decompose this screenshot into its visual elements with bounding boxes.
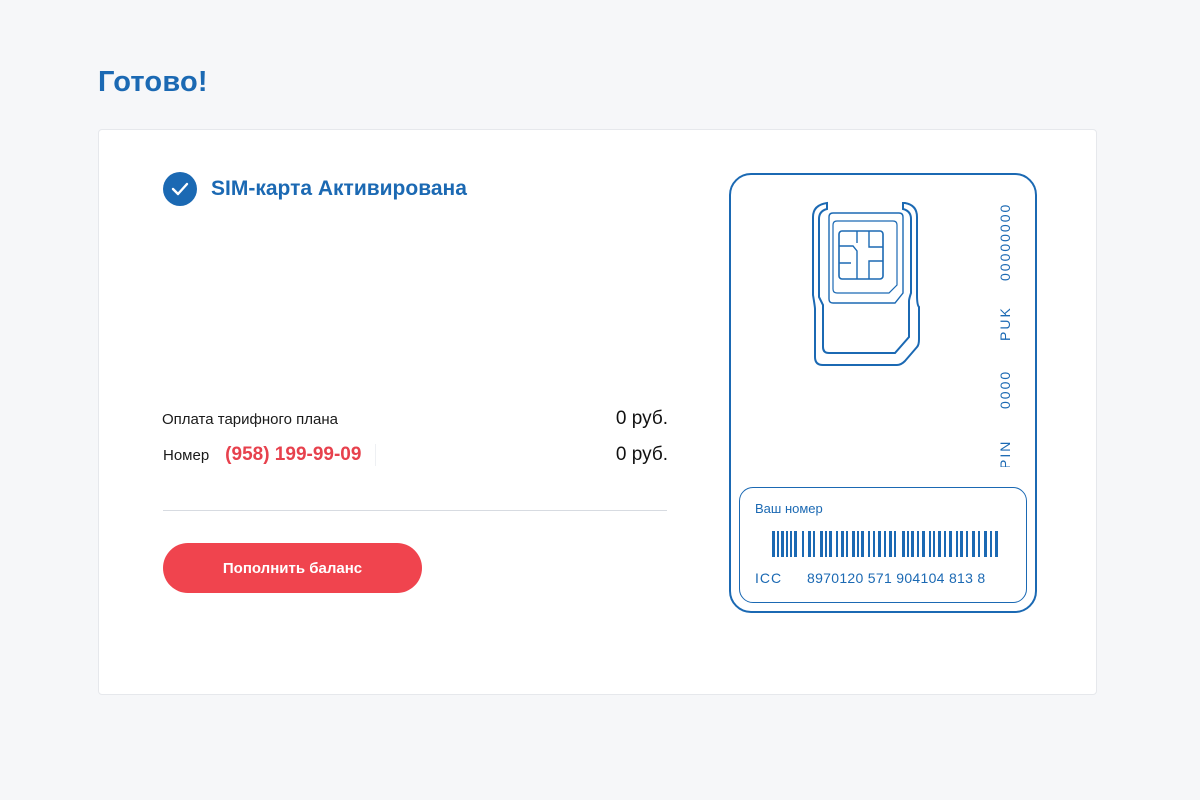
puk-value: 00000000 bbox=[997, 202, 1013, 281]
tariff-value: 0 руб. bbox=[615, 408, 668, 429]
icc-label: ICC bbox=[755, 570, 783, 586]
status-text: SIM-карта Активирована bbox=[211, 177, 467, 200]
activation-card: SIM-карта Активирована Оплата тарифного … bbox=[98, 129, 1097, 695]
sim-card-illustration: PIN 0000 PUK 00000000 Ваш номер ICC 8970… bbox=[729, 173, 1037, 613]
number-label: Номер bbox=[163, 446, 210, 464]
barcode-icon bbox=[772, 531, 998, 557]
sim-codes: PIN 0000 PUK 00000000 bbox=[983, 197, 1037, 467]
tariff-row: Оплата тарифного плана 0 руб. bbox=[162, 408, 668, 430]
sim-number-panel: Ваш номер ICC 8970120 571 904104 813 8 bbox=[739, 487, 1027, 603]
topup-balance-button[interactable]: Пополнить баланс bbox=[163, 543, 422, 593]
puk-label: PUK bbox=[997, 306, 1013, 341]
your-number-label: Ваш номер bbox=[755, 501, 823, 516]
tariff-label: Оплата тарифного плана bbox=[162, 410, 338, 428]
pin-value: 0000 bbox=[997, 369, 1013, 409]
check-circle-icon bbox=[163, 172, 197, 206]
number-group: Номер (958) 199-99-09 bbox=[162, 444, 377, 466]
divider bbox=[163, 510, 667, 511]
sim-chip-icon bbox=[812, 201, 920, 366]
icc-value: 8970120 571 904104 813 8 bbox=[807, 570, 986, 586]
phone-number: (958) 199-99-09 bbox=[223, 444, 377, 466]
page-title: Готово! bbox=[98, 66, 208, 98]
number-value: 0 руб. bbox=[615, 444, 668, 465]
pin-label: PIN bbox=[997, 439, 1013, 467]
number-row: Номер (958) 199-99-09 0 руб. bbox=[162, 444, 668, 466]
activation-status: SIM-карта Активирована bbox=[163, 172, 467, 206]
